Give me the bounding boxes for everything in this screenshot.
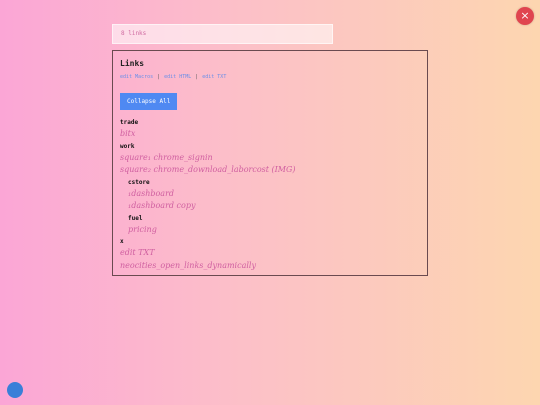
folder-work[interactable]: work: [120, 141, 420, 152]
folder-trade[interactable]: trade: [120, 117, 420, 128]
folder-cstore[interactable]: cstore: [128, 177, 420, 188]
link-dashboard-copy[interactable]: ₁dashboard copy: [128, 200, 420, 213]
link-pricing[interactable]: pricing: [128, 224, 420, 237]
link-edit-txt[interactable]: edit TXT: [120, 247, 420, 260]
edit-html-link[interactable]: edit HTML: [164, 74, 191, 80]
edit-macros-link[interactable]: edit Macros: [120, 74, 153, 80]
close-button[interactable]: ×: [516, 7, 534, 25]
link-dashboard[interactable]: ₁dashboard: [128, 188, 420, 201]
edit-row: edit Macros | edit HTML | edit TXT: [120, 74, 420, 80]
collapse-all-button[interactable]: Collapse All: [120, 93, 178, 110]
folder-fuel[interactable]: fuel: [128, 213, 420, 224]
links-panel: Links edit Macros | edit HTML | edit TXT Col…: [112, 50, 428, 276]
folder-x[interactable]: x: [120, 236, 420, 247]
edit-txt-link[interactable]: edit TXT: [202, 74, 226, 80]
floating-action-dot[interactable]: [7, 382, 23, 398]
links-tree: trade bitx work square₁ chrome_signin sq…: [120, 117, 420, 272]
link-square-chrome-download-laborcost[interactable]: square₂ chrome_download_laborcost (IMG): [120, 164, 420, 177]
search-input[interactable]: 8 links: [112, 24, 333, 44]
close-icon: ×: [520, 9, 530, 22]
link-square-chrome-signin[interactable]: square₁ chrome_signin: [120, 152, 420, 165]
separator: |: [157, 74, 161, 80]
link-neocities-open-links[interactable]: neocities_open_links_dynamically: [120, 260, 420, 273]
subfolder-cstore-group: cstore ₁dashboard ₁dashboard copy fuel p…: [120, 177, 420, 237]
panel-title: Links: [120, 59, 145, 68]
link-bitx[interactable]: bitx: [120, 128, 420, 141]
search-text: 8 links: [121, 30, 147, 37]
separator: |: [195, 74, 199, 80]
